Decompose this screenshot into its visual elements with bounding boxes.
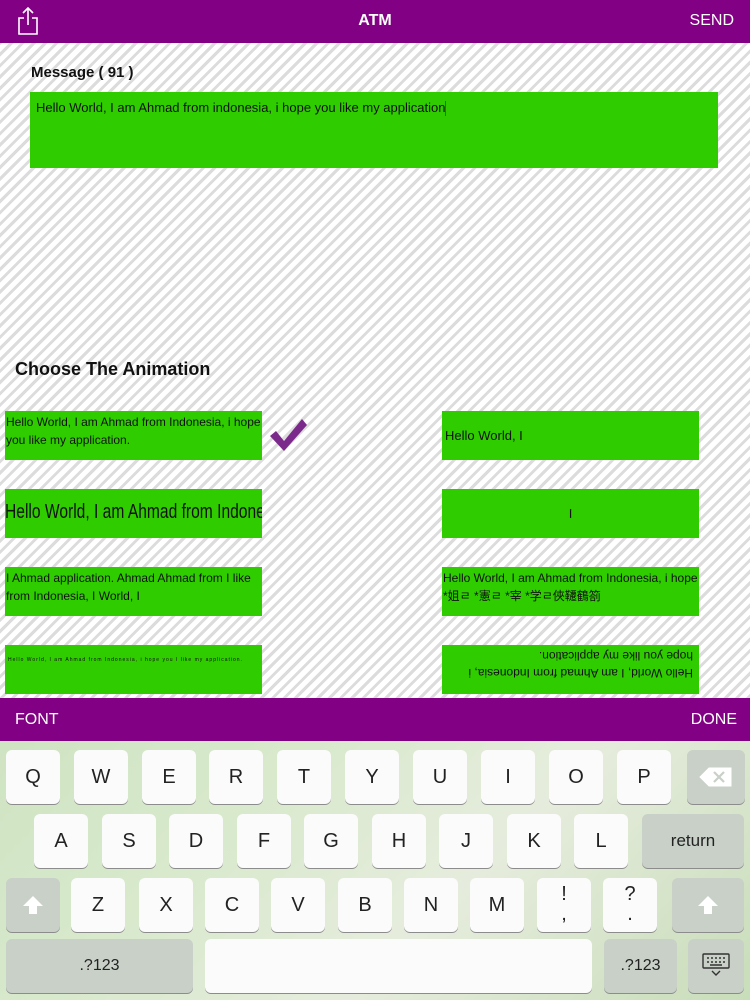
key-u[interactable]: U xyxy=(413,750,467,804)
key-m[interactable]: M xyxy=(470,878,524,932)
text-caret xyxy=(445,101,447,117)
numbers-key-left[interactable]: .?123 xyxy=(6,939,193,993)
return-key[interactable]: return xyxy=(642,814,744,868)
key-q[interactable]: Q xyxy=(6,750,60,804)
done-button[interactable]: DONE xyxy=(691,711,737,729)
key-b[interactable]: B xyxy=(338,878,392,932)
key-s[interactable]: S xyxy=(102,814,156,868)
key-g[interactable]: G xyxy=(304,814,358,868)
keyboard-hide-icon xyxy=(702,953,730,976)
backspace-key[interactable] xyxy=(687,750,745,804)
keyboard: Q W E R T Y U I O P A S D F G H J K L re… xyxy=(0,741,750,1000)
shift-key-left[interactable] xyxy=(6,878,60,932)
animation-option-2[interactable]: Hello World, I xyxy=(442,411,699,460)
key-i[interactable]: I xyxy=(481,750,535,804)
animation-option-text: Hello World, I am Ahmad from Indonesia, … xyxy=(6,415,261,447)
keyboard-toolbar: FONT DONE xyxy=(0,698,750,741)
animation-option-1[interactable]: Hello World, I am Ahmad from Indonesia, … xyxy=(5,411,262,460)
hide-keyboard-key[interactable] xyxy=(688,939,744,993)
numbers-key-right[interactable]: .?123 xyxy=(604,939,677,993)
space-key[interactable] xyxy=(205,939,592,993)
key-r[interactable]: R xyxy=(209,750,263,804)
shift-icon xyxy=(23,896,43,914)
backspace-icon xyxy=(699,767,732,787)
message-label: Message ( 91 ) xyxy=(31,64,134,81)
key-a[interactable]: A xyxy=(34,814,88,868)
key-d[interactable]: D xyxy=(169,814,223,868)
key-v[interactable]: V xyxy=(271,878,325,932)
key-x[interactable]: X xyxy=(139,878,193,932)
key-l[interactable]: L xyxy=(574,814,628,868)
animation-option-text: Hello World, I am Ahmad from Indonesia, … xyxy=(8,657,243,663)
send-button[interactable]: SEND xyxy=(690,12,734,30)
animation-option-8[interactable]: Hello World, I am Ahmad from Indonesia, … xyxy=(442,645,699,694)
animation-option-text: Hello World, I am Ahmad from Indonesia, … xyxy=(5,501,262,523)
key-o[interactable]: O xyxy=(549,750,603,804)
key-c[interactable]: C xyxy=(205,878,259,932)
font-button[interactable]: FONT xyxy=(15,711,59,729)
key-question-period[interactable]: ? . xyxy=(603,878,657,932)
key-w[interactable]: W xyxy=(74,750,128,804)
key-z[interactable]: Z xyxy=(71,878,125,932)
animation-option-text: Hello World, I am Ahmad from Indonesia, … xyxy=(443,571,698,603)
animation-option-text: Hello World, I am Ahmad from Indonesia, … xyxy=(468,649,693,680)
message-input[interactable]: Hello World, I am Ahmad from indonesia, … xyxy=(30,92,718,168)
animation-option-3[interactable]: Hello World, I am Ahmad from Indonesia, … xyxy=(5,489,262,538)
app-title: ATM xyxy=(358,12,392,29)
choose-animation-heading: Choose The Animation xyxy=(15,359,211,379)
animation-option-7[interactable]: Hello World, I am Ahmad from Indonesia, … xyxy=(5,645,262,694)
key-h[interactable]: H xyxy=(372,814,426,868)
animation-option-6[interactable]: Hello World, I am Ahmad from Indonesia, … xyxy=(442,567,699,616)
animation-option-5[interactable]: I Ahmad application. Ahmad Ahmad from I … xyxy=(5,567,262,616)
checkmark-icon xyxy=(270,419,307,451)
key-k[interactable]: K xyxy=(507,814,561,868)
key-e[interactable]: E xyxy=(142,750,196,804)
animation-option-4[interactable]: I xyxy=(442,489,699,538)
shift-key-right[interactable] xyxy=(672,878,744,932)
key-t[interactable]: T xyxy=(277,750,331,804)
shift-icon xyxy=(698,896,718,914)
key-f[interactable]: F xyxy=(237,814,291,868)
key-j[interactable]: J xyxy=(439,814,493,868)
message-text: Hello World, I am Ahmad from indonesia, … xyxy=(36,100,446,115)
animation-option-text: Hello World, I xyxy=(445,428,523,443)
key-n[interactable]: N xyxy=(404,878,458,932)
key-p[interactable]: P xyxy=(617,750,671,804)
animation-option-text: I Ahmad application. Ahmad Ahmad from I … xyxy=(6,571,251,603)
key-y[interactable]: Y xyxy=(345,750,399,804)
animation-option-text: I xyxy=(568,506,573,521)
key-exclaim-comma[interactable]: ! , xyxy=(537,878,591,932)
top-bar: ATM SEND xyxy=(0,0,750,43)
